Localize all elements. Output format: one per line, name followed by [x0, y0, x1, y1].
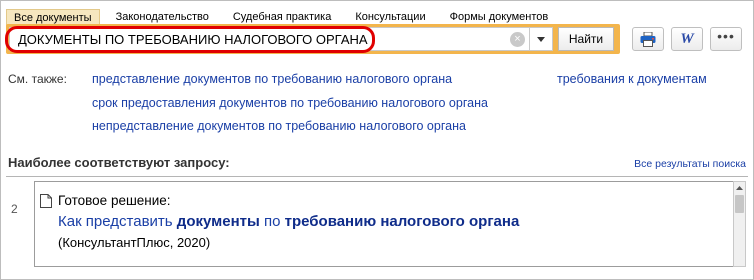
result-title-part: по	[259, 213, 285, 230]
all-results-link[interactable]: Все результаты поиска	[634, 158, 746, 170]
caret-down-icon	[537, 36, 545, 42]
arrow-up-icon	[736, 185, 743, 190]
see-also-label: См. также:	[8, 72, 67, 86]
result-title-keyword: требованию налогового органа	[284, 213, 520, 230]
result-title-keyword: документы	[176, 213, 260, 230]
document-icon	[40, 194, 52, 208]
find-button[interactable]: Найти	[558, 27, 614, 51]
tab-legislation[interactable]: Законодательство	[108, 9, 217, 25]
search-box: ×	[9, 27, 531, 51]
result-scrollbar[interactable]	[733, 181, 746, 267]
printer-icon	[640, 31, 656, 47]
tab-consultations[interactable]: Консультации	[347, 9, 433, 25]
search-input[interactable]	[18, 31, 498, 48]
more-dots-icon: •••	[717, 28, 735, 44]
search-history-dropdown[interactable]	[529, 27, 553, 51]
scroll-up-button[interactable]	[734, 182, 745, 193]
results-header: Наиболее соответствуют запросу:	[8, 155, 230, 170]
word-icon: W	[680, 30, 694, 47]
result-type: Готовое решение:	[58, 193, 171, 208]
see-also-link[interactable]: срок предоставления документов по требов…	[92, 96, 488, 110]
scroll-thumb[interactable]	[735, 195, 744, 213]
see-also-link[interactable]: непредставление документов по требованию…	[92, 119, 466, 133]
divider	[6, 176, 748, 177]
result-number: 2	[11, 202, 18, 216]
search-bar: × Найти	[6, 24, 620, 54]
result-source: (КонсультантПлюс, 2020)	[58, 235, 211, 250]
clear-search-button[interactable]: ×	[510, 32, 525, 47]
tab-all-documents[interactable]: Все документы	[6, 8, 100, 26]
export-word-button[interactable]: W	[671, 27, 703, 51]
print-button[interactable]	[632, 27, 664, 51]
result-title-part: Как представить	[58, 213, 177, 230]
see-also-link[interactable]: представление документов по требованию н…	[92, 72, 452, 86]
see-also-link[interactable]: требования к документам	[557, 72, 707, 86]
tab-court-practice[interactable]: Судебная практика	[225, 9, 339, 25]
more-options-button[interactable]: •••	[710, 27, 742, 51]
tab-document-forms[interactable]: Формы документов	[442, 9, 557, 25]
result-title-link[interactable]: Как представить документы по требованию …	[58, 213, 519, 230]
